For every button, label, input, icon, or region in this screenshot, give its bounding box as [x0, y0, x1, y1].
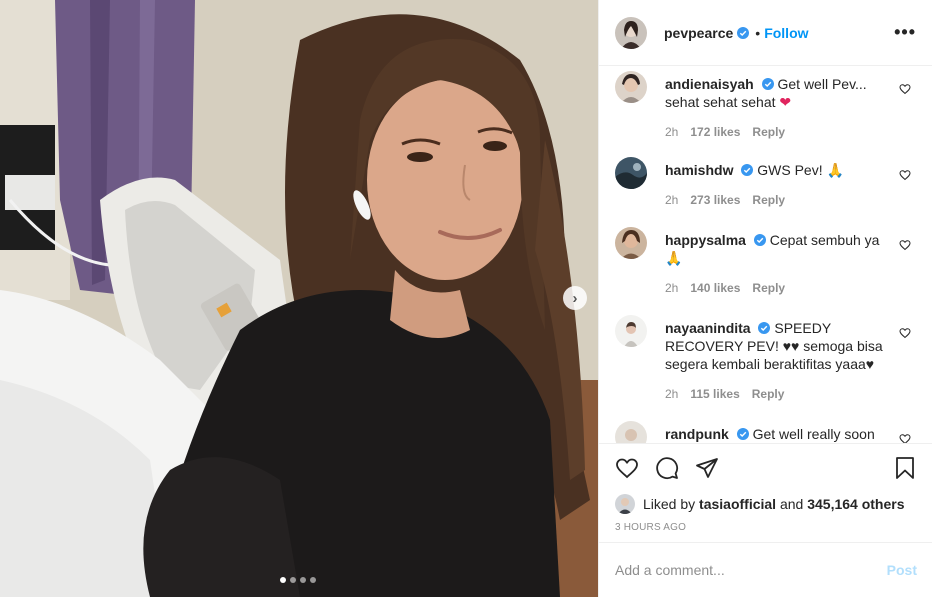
comment-time[interactable]: 2h	[665, 191, 678, 209]
verified-badge-icon	[741, 164, 754, 176]
post-sidebar: pevpearce • Follow ••• andienaisyah Get …	[598, 0, 932, 597]
liked-by-connector: and	[779, 496, 804, 512]
like-heart-icon[interactable]	[615, 456, 639, 480]
header-separator: •	[755, 24, 761, 41]
comment-text: Get well really soon	[752, 426, 875, 442]
reply-button[interactable]: Reply	[752, 279, 785, 297]
carousel-next-button[interactable]: ›	[563, 286, 587, 310]
avatar[interactable]	[615, 16, 647, 49]
comment-text: Cepat sembuh ya	[769, 232, 880, 248]
comment-text: GWS Pev!	[757, 162, 823, 178]
commenter-avatar-image	[615, 157, 647, 189]
commenter-avatar-image	[615, 315, 647, 347]
comment-item: andienaisyah Get well Pev... sehat sehat…	[615, 71, 921, 141]
post-comment-button[interactable]: Post	[887, 562, 917, 578]
liked-by-others[interactable]: 345,164 others	[807, 496, 904, 512]
like-comment-heart-icon[interactable]	[899, 239, 911, 251]
avatar[interactable]	[615, 71, 647, 103]
avatar[interactable]	[615, 315, 647, 347]
carousel-dot	[310, 577, 316, 583]
like-comment-heart-icon[interactable]	[899, 433, 911, 443]
add-comment-bar: Post	[599, 542, 932, 597]
liked-by-user[interactable]: tasiaofficial	[699, 496, 776, 512]
avatar[interactable]	[615, 157, 647, 189]
like-comment-heart-icon[interactable]	[899, 83, 911, 95]
comment-username[interactable]: andienaisyah	[665, 76, 754, 92]
red-heart-emoji: ❤	[779, 94, 792, 110]
comment-item: nayaanindita SPEEDY RECOVERY PEV! ♥♥ sem…	[615, 315, 921, 403]
commenter-avatar-image	[615, 71, 647, 103]
action-bar	[599, 444, 932, 492]
comment-input[interactable]	[615, 562, 887, 578]
carousel-dot	[290, 577, 296, 583]
comment-likes[interactable]: 115 likes	[690, 385, 739, 403]
comment-likes[interactable]: 273 likes	[690, 191, 740, 209]
verified-badge-icon	[761, 78, 774, 90]
comment-item: happysalma Cepat sembuh ya 🙏 2h 140 like…	[615, 227, 921, 297]
comment-time[interactable]: 2h	[665, 385, 678, 403]
comment-time[interactable]: 2h	[665, 279, 678, 297]
verified-badge-icon	[758, 322, 771, 334]
comment-likes[interactable]: 140 likes	[690, 279, 740, 297]
carousel-indicator	[280, 577, 316, 583]
like-comment-heart-icon[interactable]	[899, 169, 911, 181]
comment-bubble-icon[interactable]	[655, 456, 679, 480]
liked-by-row: Liked by tasiaofficial and 345,164 other…	[599, 492, 932, 516]
verified-badge-icon	[736, 428, 749, 440]
post-header: pevpearce • Follow •••	[599, 0, 932, 66]
comment-username[interactable]: nayaanindita	[665, 320, 751, 336]
avatar[interactable]	[615, 421, 647, 443]
avatar[interactable]	[615, 227, 647, 259]
verified-badge-icon	[737, 26, 750, 39]
reply-button[interactable]: Reply	[752, 191, 785, 209]
chevron-right-icon: ›	[572, 289, 578, 307]
share-paper-plane-icon[interactable]	[695, 456, 719, 480]
like-comment-heart-icon[interactable]	[899, 327, 911, 339]
comment-likes[interactable]: 172 likes	[690, 123, 740, 141]
commenter-avatar-image	[615, 227, 647, 259]
liker-avatar-image	[615, 494, 635, 514]
author-avatar-image	[615, 16, 647, 49]
save-bookmark-icon[interactable]	[893, 456, 917, 480]
carousel-dot	[300, 577, 306, 583]
post-photo: ›	[0, 0, 598, 597]
comment-time[interactable]: 2h	[665, 123, 678, 141]
comment-item: randpunk Get well really soon	[615, 421, 921, 443]
photo-illustration	[0, 0, 598, 597]
reply-button[interactable]: Reply	[752, 123, 785, 141]
follow-button[interactable]: Follow	[764, 25, 808, 41]
liked-by-prefix: Liked by	[643, 496, 696, 512]
reply-button[interactable]: Reply	[752, 385, 785, 403]
comment-item: hamishdw GWS Pev! 🙏 2h 273 likes Reply	[615, 157, 921, 209]
avatar[interactable]	[615, 494, 635, 514]
comments-list[interactable]: andienaisyah Get well Pev... sehat sehat…	[599, 67, 932, 443]
more-options-icon[interactable]: •••	[894, 22, 916, 43]
post-timestamp[interactable]: 3 HOURS AGO	[599, 516, 932, 533]
folded-hands-emoji: 🙏	[665, 250, 683, 266]
author-username[interactable]: pevpearce	[664, 25, 733, 41]
comment-username[interactable]: hamishdw	[665, 162, 733, 178]
comment-username[interactable]: happysalma	[665, 232, 746, 248]
comment-username[interactable]: randpunk	[665, 426, 729, 442]
folded-hands-emoji: 🙏	[826, 162, 844, 178]
verified-badge-icon	[753, 234, 766, 246]
carousel-dot	[280, 577, 286, 583]
post-actions: Liked by tasiaofficial and 345,164 other…	[599, 443, 932, 533]
commenter-avatar-image	[615, 421, 647, 443]
